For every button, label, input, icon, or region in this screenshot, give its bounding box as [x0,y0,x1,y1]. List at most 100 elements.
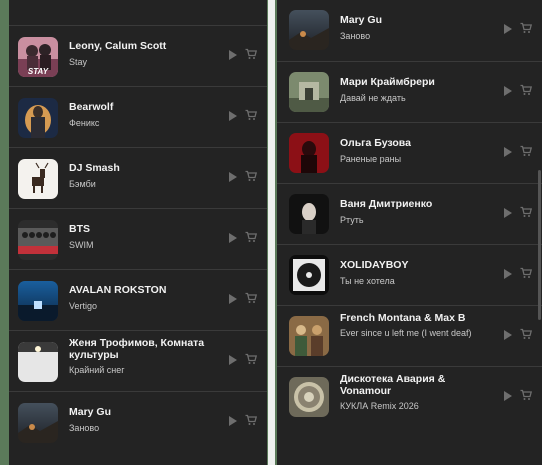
album-cover: STAY [18,37,58,77]
track-item[interactable]: Bearwolf Феникс [9,86,267,147]
album-cover [289,377,329,417]
cart-icon[interactable] [245,48,257,60]
track-title: Stay [69,57,88,67]
track-title: Давай не ждать [340,93,406,103]
cart-icon[interactable] [245,109,257,121]
track-info: Ольга Бузова Раненые раны [340,137,492,165]
track-artist: Mary Gu [340,14,383,26]
track-title: Vertigo [69,301,98,311]
cart-icon[interactable] [520,328,532,340]
track-item[interactable]: Mary Gu Заново [277,0,542,61]
cart-icon[interactable] [520,389,532,401]
album-cover [18,220,58,260]
track-title: Крайний снег [69,365,125,375]
track-item[interactable]: XOLIDAYBOY Ты не хотела [277,244,542,305]
album-cover [289,10,329,50]
track-title: Ты не хотела [340,276,395,286]
track-info: DJ Smash Бэмби [69,162,219,190]
track-artist: Ольга Бузова [340,137,411,149]
cart-icon[interactable] [520,84,532,96]
track-info: Ваня Дмитриенко Ртуть [340,198,492,226]
play-icon[interactable] [229,50,237,60]
cart-icon[interactable] [520,206,532,218]
play-icon[interactable] [229,294,237,304]
track-info: AVALAN ROKSTON Vertigo [69,284,219,312]
play-icon[interactable] [504,330,512,340]
play-icon[interactable] [504,147,512,157]
track-title: КУКЛА Remix 2026 [340,401,419,411]
track-item[interactable]: Ваня Дмитриенко Ртуть [277,183,542,244]
left-track-list: STAY Leony, Calum Scott Stay Bearwolf Фе… [9,25,267,452]
track-info: XOLIDAYBOY Ты не хотела [340,259,492,287]
cart-icon[interactable] [245,231,257,243]
right-track-list-panel: Mary Gu Заново Мари Краймбрери Давай не … [277,0,542,465]
cart-icon[interactable] [245,170,257,182]
track-artist: Мари Краймбрери [340,76,435,88]
track-title: Заново [69,423,100,433]
play-icon[interactable] [504,86,512,96]
play-icon[interactable] [229,172,237,182]
track-artist: Mary Gu [69,406,112,418]
album-cover [289,255,329,295]
cart-icon[interactable] [520,22,532,34]
left-track-list-panel: STAY Leony, Calum Scott Stay Bearwolf Фе… [9,0,267,465]
track-artist: DJ Smash [69,162,120,174]
track-title: Бэмби [69,179,96,189]
album-cover [289,194,329,234]
cart-icon[interactable] [245,292,257,304]
track-item[interactable]: Женя Трофимов, Комната культуры Крайний … [9,330,267,391]
track-item[interactable]: AVALAN ROKSTON Vertigo [9,269,267,330]
right-track-list: Mary Gu Заново Мари Краймбрери Давай не … [277,0,542,427]
play-icon[interactable] [504,208,512,218]
track-title: Ever since u left me (I went deaf) [340,328,472,338]
track-info: Дискотека Авария & Vonamour КУКЛА Remix … [340,373,492,412]
track-title: Раненые раны [340,154,402,164]
track-title: Феникс [69,118,100,128]
cart-icon[interactable] [245,414,257,426]
track-artist: BTS [69,223,90,235]
play-icon[interactable] [229,233,237,243]
track-artist: Leony, Calum Scott [69,40,167,52]
track-info: BTS SWIM [69,223,219,251]
track-item[interactable]: French Montana & Max B Ever since u left… [277,305,542,366]
scrollbar[interactable] [538,170,541,320]
track-artist: XOLIDAYBOY [340,259,409,271]
album-cover [289,316,329,356]
track-item[interactable]: DJ Smash Бэмби [9,147,267,208]
cart-icon[interactable] [520,267,532,279]
play-icon[interactable] [504,269,512,279]
track-item[interactable]: Mary Gu Заново [9,391,267,452]
track-info: Женя Трофимов, Комната культуры Крайний … [69,337,219,376]
track-item[interactable]: STAY Leony, Calum Scott Stay [9,25,267,86]
track-title: SWIM [69,240,94,250]
track-artist: Bearwolf [69,101,114,113]
track-info: Mary Gu Заново [340,14,492,42]
track-item[interactable]: BTS SWIM [9,208,267,269]
track-artist: French Montana & Max B [340,312,466,324]
track-item[interactable]: Мари Краймбрери Давай не ждать [277,61,542,122]
play-icon[interactable] [229,416,237,426]
svg-text:STAY: STAY [28,67,49,76]
album-cover [18,342,58,382]
album-cover [289,72,329,112]
track-artist: Ваня Дмитриенко [340,198,433,210]
play-icon[interactable] [229,355,237,365]
play-icon[interactable] [504,391,512,401]
track-info: French Montana & Max B Ever since u left… [340,312,492,339]
screen: STAY Leony, Calum Scott Stay Bearwolf Фе… [0,0,542,465]
cart-icon[interactable] [245,353,257,365]
panel-divider [268,0,275,465]
track-item[interactable]: Дискотека Авария & Vonamour КУКЛА Remix … [277,366,542,427]
track-artist: Дискотека Авария & Vonamour [340,373,446,397]
track-artist: AVALAN ROKSTON [69,284,167,296]
track-title: Заново [340,31,371,41]
play-icon[interactable] [229,111,237,121]
track-info: Bearwolf Феникс [69,101,219,129]
track-info: Leony, Calum Scott Stay [69,40,219,68]
play-icon[interactable] [504,24,512,34]
album-cover [18,281,58,321]
cart-icon[interactable] [520,145,532,157]
track-item[interactable]: Ольга Бузова Раненые раны [277,122,542,183]
track-title: Ртуть [340,215,364,225]
album-cover [18,159,58,199]
